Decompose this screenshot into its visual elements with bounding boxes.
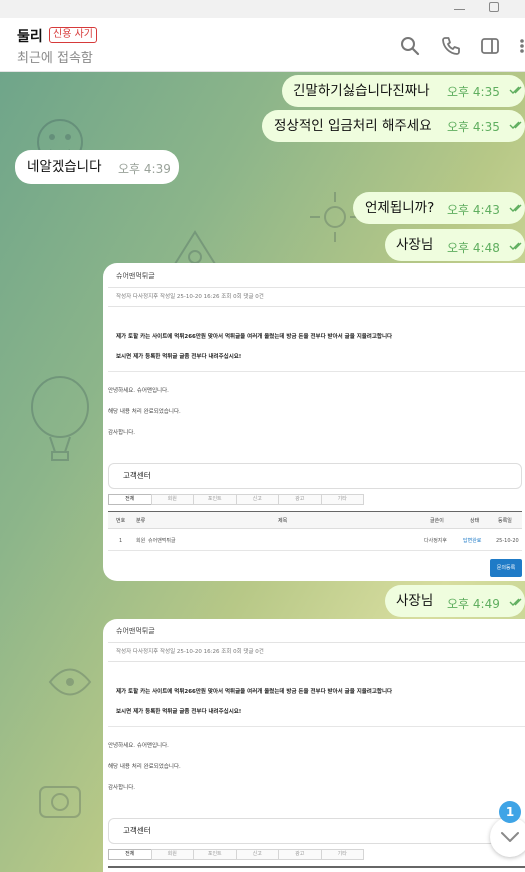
double-check-icon <box>509 598 522 606</box>
doodle-icon <box>48 668 92 696</box>
row-category: 회원 <box>136 538 146 544</box>
maximize-icon[interactable] <box>489 2 499 12</box>
column-header: 번호 <box>116 518 126 524</box>
message-time: 오후 4:49 <box>447 597 500 611</box>
message-text: 언제됩니까? <box>365 200 435 216</box>
column-header: 등록일 <box>498 518 512 524</box>
message-text: 사장님 <box>396 237 434 253</box>
doodle-icon <box>39 786 81 818</box>
message-time: 오후 4:48 <box>447 241 500 255</box>
column-header: 제목 <box>278 518 288 524</box>
doodle-icon <box>31 376 89 461</box>
reply-line: 감사합니다. <box>108 785 136 791</box>
more-vert-icon[interactable] <box>515 35 525 57</box>
double-check-icon <box>509 121 522 129</box>
reply-line: 감사합니다. <box>108 430 136 436</box>
post-line: 제가 토할 카는 사이트에 먹튀266만원 맞아서 먹튀글을 여러개 올렸는데 … <box>116 334 393 340</box>
tab-ad[interactable]: 광고 <box>278 849 322 860</box>
row-title: 슈어맨먹튀글 <box>148 538 176 544</box>
tab-etc[interactable]: 기타 <box>320 849 364 860</box>
tab-etc[interactable]: 기타 <box>320 494 364 505</box>
message-text: 정상적인 입금처리 해주세요 <box>274 118 432 134</box>
message-bubble-outgoing[interactable]: 정상적인 입금처리 해주세요 오후 4:35 <box>262 110 525 142</box>
tab-point[interactable]: 포인트 <box>193 494 237 505</box>
divider <box>108 866 525 868</box>
column-header: 글쓴이 <box>430 518 444 524</box>
reply-line: 해당 내용 처리 완료되었습니다. <box>108 764 181 770</box>
chevron-down-icon <box>501 832 519 842</box>
window-titlebar <box>0 0 525 18</box>
message-bubble-outgoing[interactable]: 언제됩니까? 오후 4:43 <box>353 192 525 224</box>
message-time: 오후 4:35 <box>447 85 500 99</box>
row-status: 답변완료 <box>463 538 482 544</box>
message-bubble-outgoing[interactable]: 사장님 오후 4:48 <box>385 229 525 261</box>
column-header: 상태 <box>470 518 480 524</box>
post-line: 제가 토할 카는 사이트에 먹튀266만원 맞아서 먹튀글을 여러개 올렸는데 … <box>116 689 393 695</box>
reply-line: 안녕하세요. 슈어맨입니다. <box>108 743 169 749</box>
divider <box>108 371 525 372</box>
screenshot-image[interactable]: 슈어맨먹튀글 작성자 다사정지후 작성일 25-10-20 16:26 조회 0… <box>103 619 525 872</box>
category-tabs: 전체 회원 포인트 신고 광고 기타 <box>108 849 364 860</box>
reply-line: 해당 내용 처리 완료되었습니다. <box>108 409 181 415</box>
tab-all[interactable]: 전체 <box>108 494 152 505</box>
chat-name[interactable]: 둘리 <box>17 26 43 46</box>
table-header: 번호 분류 제목 글쓴이 상태 등록일 <box>108 511 522 529</box>
tab-all[interactable]: 전체 <box>108 849 152 860</box>
board-title: 슈어맨먹튀글 <box>108 619 525 643</box>
tab-member[interactable]: 회원 <box>150 849 194 860</box>
post-meta: 작성자 다사정지후 작성일 25-10-20 16:26 조회 0회 댓글 0건 <box>108 643 525 662</box>
customer-center-title: 고객센터 <box>108 463 522 489</box>
tab-ad[interactable]: 광고 <box>278 494 322 505</box>
customer-center-title: 고객센터 <box>108 818 522 844</box>
table-row[interactable]: 1 회원 슈어맨먹튀글 다사정지후 답변완료 25-10-20 <box>108 531 522 551</box>
scroll-down-button[interactable] <box>490 817 525 857</box>
chat-header: 둘리 신용 사기 최근에 접속함 <box>0 18 525 72</box>
double-check-icon <box>509 204 522 212</box>
message-text: 긴말하기싫습니다진짜나 <box>293 83 430 99</box>
divider <box>108 726 525 727</box>
unread-count-badge: 1 <box>499 801 521 823</box>
scam-badge: 신용 사기 <box>49 27 97 43</box>
message-time: 오후 4:39 <box>118 162 171 176</box>
tab-report[interactable]: 신고 <box>235 849 279 860</box>
chat-status: 최근에 접속함 <box>17 51 93 66</box>
double-check-icon <box>509 86 522 94</box>
column-header: 분류 <box>136 518 146 524</box>
double-check-icon <box>509 242 522 250</box>
category-tabs: 전체 회원 포인트 신고 광고 기타 <box>108 494 364 505</box>
message-bubble-outgoing[interactable]: 사장님 오후 4:49 <box>385 585 525 617</box>
message-time: 오후 4:35 <box>447 120 500 134</box>
message-text: 네알겠습니다 <box>27 159 102 175</box>
post-meta: 작성자 다사정지후 작성일 25-10-20 16:26 조회 0회 댓글 0건 <box>108 288 525 307</box>
inquiry-button: 문의등록 <box>490 559 522 577</box>
phone-icon[interactable] <box>440 35 462 57</box>
message-time: 오후 4:43 <box>447 203 500 217</box>
row-number: 1 <box>119 538 123 544</box>
reply-line: 안녕하세요. 슈어맨입니다. <box>108 388 169 394</box>
minimize-icon[interactable] <box>454 9 465 10</box>
post-line: 보시면 제가 등록한 먹튀글 글좀 전부다 내려주십시요! <box>116 709 242 715</box>
row-date: 25-10-20 <box>496 538 519 544</box>
message-bubble-incoming[interactable]: 네알겠습니다 오후 4:39 <box>15 150 179 184</box>
tab-member[interactable]: 회원 <box>150 494 194 505</box>
message-bubble-outgoing[interactable]: 긴말하기싫습니다진짜나 오후 4:35 <box>282 75 525 107</box>
row-author: 다사정지후 <box>424 538 448 544</box>
sidebar-panel-icon[interactable] <box>479 35 501 57</box>
board-title: 슈어맨먹튀글 <box>108 264 525 288</box>
search-icon[interactable] <box>399 35 421 57</box>
message-text: 사장님 <box>396 593 434 609</box>
post-line: 보시면 제가 등록한 먹튀글 글좀 전부다 내려주십시요! <box>116 354 242 360</box>
tab-point[interactable]: 포인트 <box>193 849 237 860</box>
tab-report[interactable]: 신고 <box>235 494 279 505</box>
screenshot-image[interactable]: 슈어맨먹튀글 작성자 다사정지후 작성일 25-10-20 16:26 조회 0… <box>103 263 525 581</box>
